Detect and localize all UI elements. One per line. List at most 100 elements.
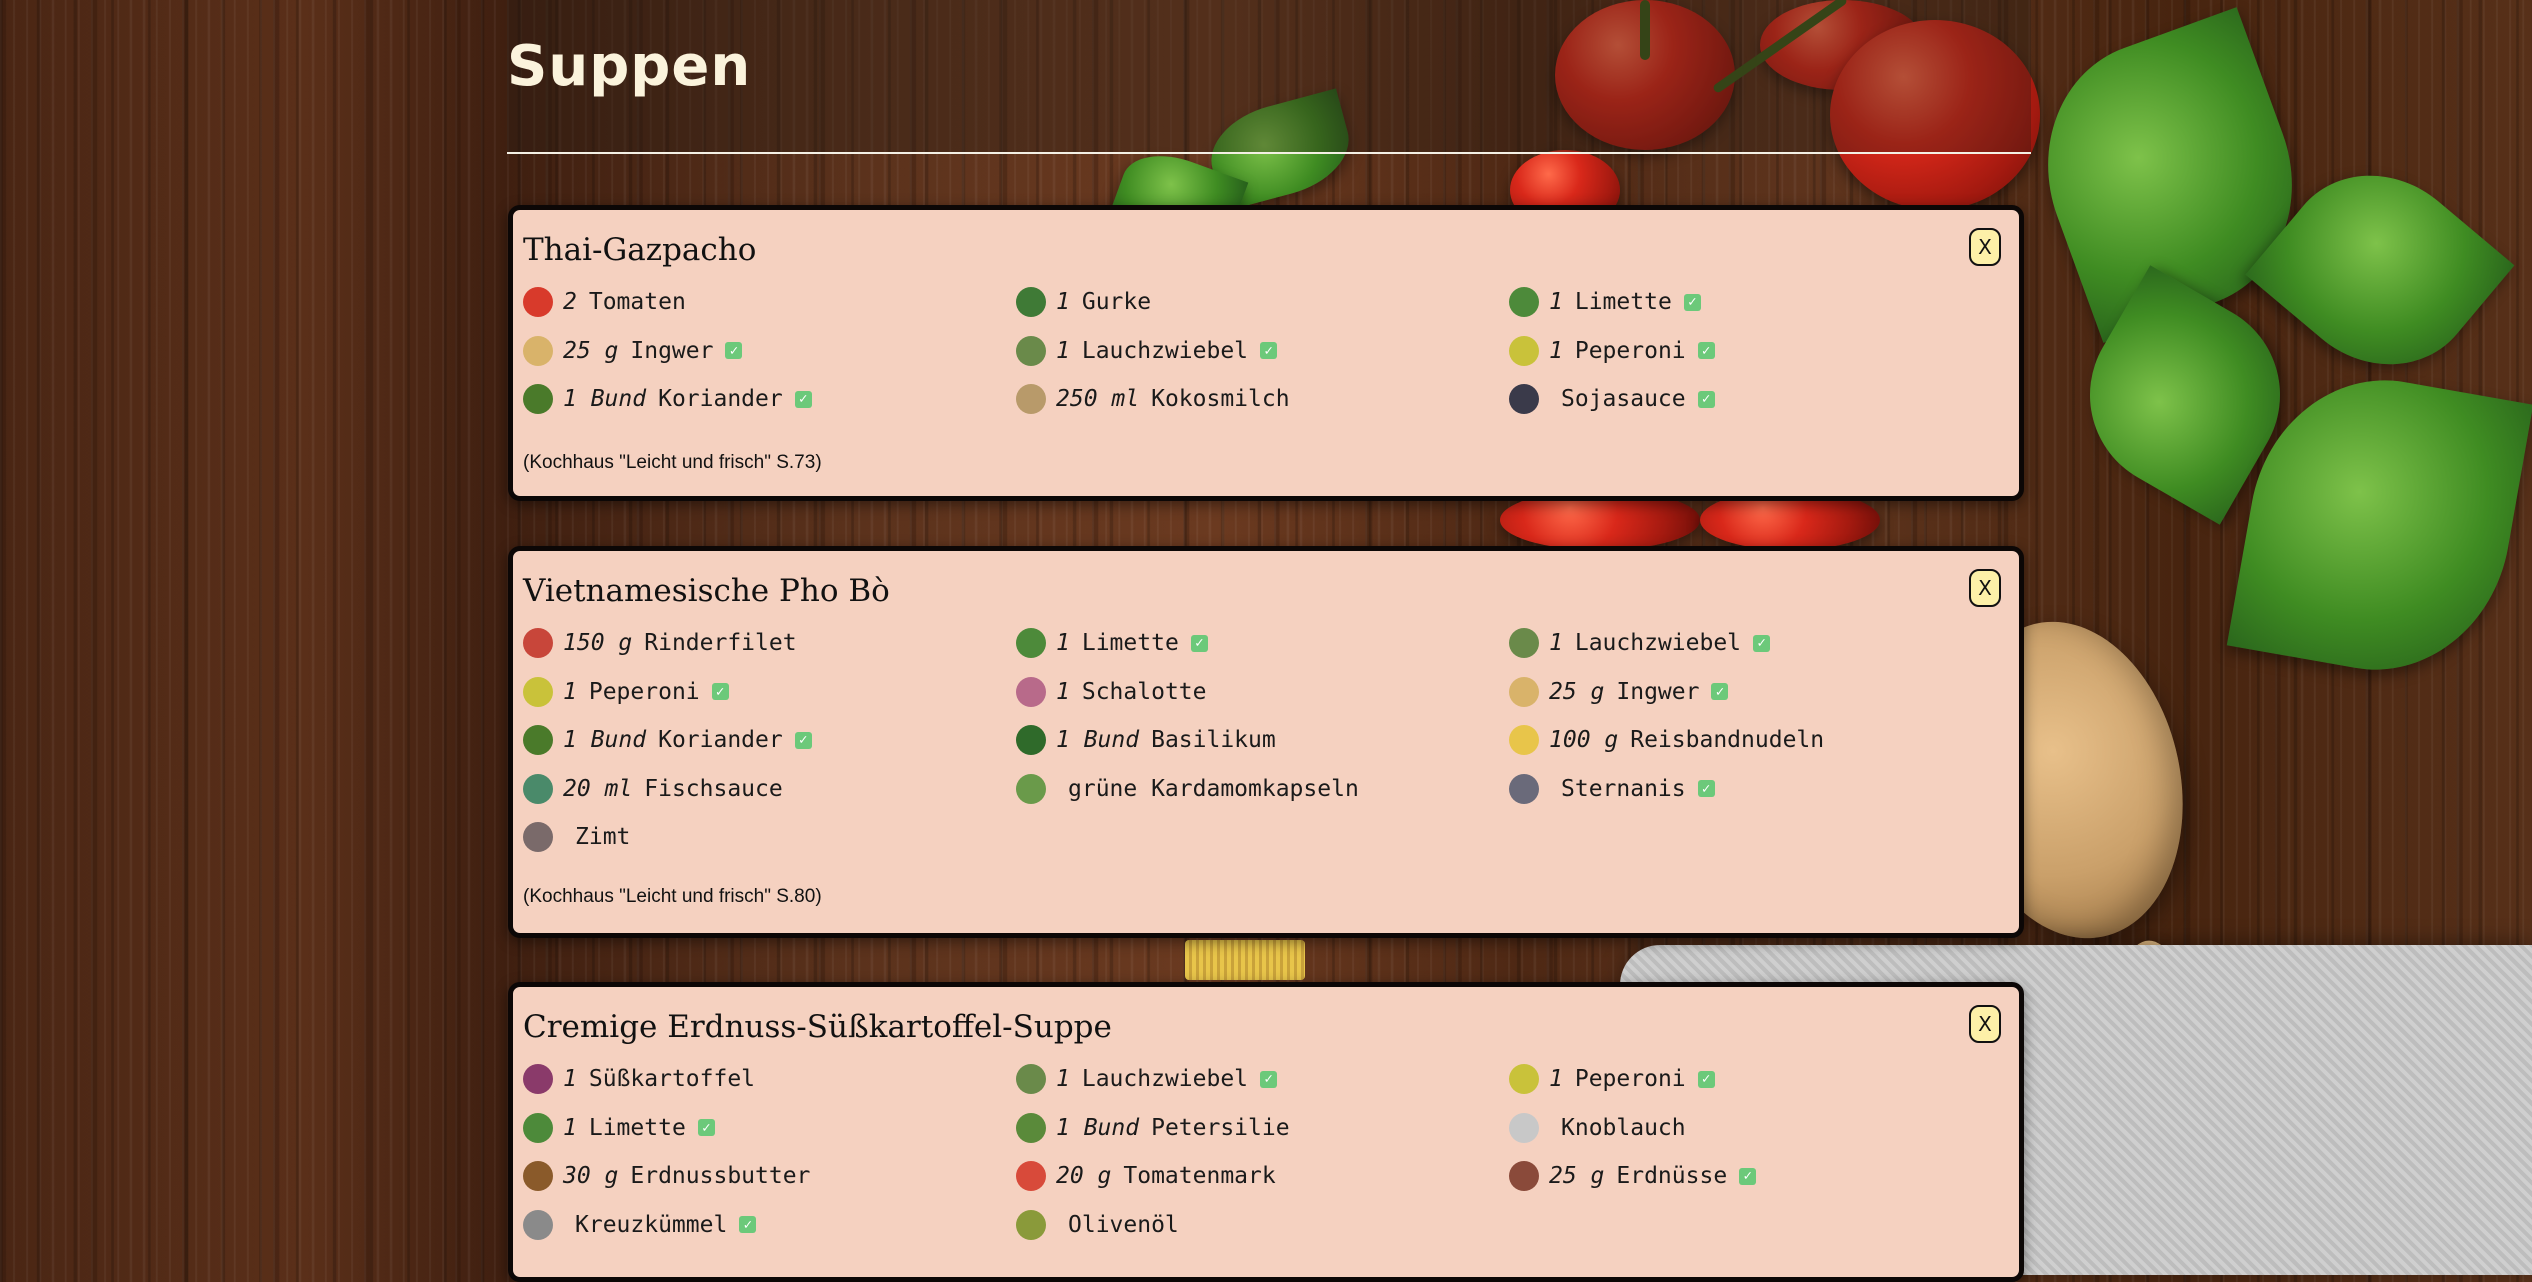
ingredient-item: 1 Schalotte [1016,668,1509,717]
ingredient-name: Lauchzwiebel [1574,630,1742,657]
cumin-icon [523,1209,553,1240]
soy-sauce-icon [1509,384,1539,415]
olive-oil-icon [1016,1209,1046,1240]
ingredient-amount: 1 [1549,337,1563,364]
ingredient-amount: 1 Bund [1056,1114,1140,1141]
lime-icon [523,1112,553,1143]
tomato-paste-icon [1016,1161,1046,1192]
close-recipe-button[interactable]: X [1969,228,2001,266]
checkmark-icon: ✓ [1753,634,1771,652]
ingredient-item: 1 Bund Koriander ✓ [523,716,1016,765]
coconut-milk-icon [1016,384,1046,415]
ingredient-item: 1 Süßkartoffel [523,1055,1016,1104]
ingredient-item: Sojasauce ✓ [1509,375,2002,424]
ingredient-name: Peperoni [1574,1066,1686,1093]
ingredient-amount: 1 Bund [1056,727,1140,754]
ingredient-amount: 1 [1549,289,1563,316]
ingredient-item: 25 g Ingwer ✓ [1509,668,2002,717]
checkmark-icon: ✓ [1260,1070,1278,1088]
spring-onion-icon [1016,335,1046,366]
wooden-spoon-handle-decoration [2116,933,2532,1231]
pepper-icon [1509,1064,1539,1095]
checkmark-icon: ✓ [1697,390,1715,408]
ingredient-amount: 25 g [1549,678,1605,705]
ingredient-item: 1 Bund Koriander ✓ [523,375,1016,424]
beef-icon [523,628,553,659]
ingredient-list: 2 Tomaten 1 Gurke 1 Limette ✓ 25 g Ingwer ✓ 1 Lauch… [523,278,2003,424]
ingredient-name: Tomaten [588,289,686,316]
star-anise-icon [1509,773,1539,804]
basil-leaf-decoration [2226,359,2532,691]
ingredient-item: 1 Peperoni ✓ [1509,327,2002,376]
checkmark-icon: ✓ [794,731,812,749]
ingredient-item: 100 g Reisbandnudeln [1509,716,2002,765]
ingredient-name: Süßkartoffel [588,1066,756,1093]
checkmark-icon: ✓ [725,342,743,360]
ingredient-amount: 1 [563,1114,577,1141]
cinnamon-icon [523,822,553,853]
ingredient-item: 1 Limette ✓ [523,1104,1016,1153]
basil-leaf-decoration [2245,136,2515,404]
ingredient-amount: 25 g [563,337,619,364]
ingredient-amount: 1 [563,678,577,705]
ingredient-item: Kreuzkümmel ✓ [523,1201,1016,1250]
ingredient-name: Basilikum [1151,727,1276,754]
ingredient-amount: 1 [563,1066,577,1093]
recipe-source: (Kochhaus "Leicht und frisch" S.80) [523,886,822,907]
ingredient-amount: 1 [1056,1066,1070,1093]
ingredient-name: Limette [1081,630,1179,657]
ingredient-amount: 1 [1549,630,1563,657]
close-recipe-button[interactable]: X [1969,569,2001,607]
recipe-card: Thai-Gazpacho X 2 Tomaten 1 Gurke 1 Limette ✓ 25 … [508,205,2024,501]
rice-noodles-icon [1509,725,1539,756]
lime-icon [1016,628,1046,659]
ingredient-item: Zimt [523,813,1016,862]
ingredient-name: Kreuzkümmel [575,1211,728,1238]
checkmark-icon: ✓ [1683,293,1701,311]
ingredient-item: 1 Gurke [1016,278,1509,327]
ingredient-item: 1 Bund Petersilie [1016,1104,1509,1153]
checkmark-icon: ✓ [794,390,812,408]
ingredient-name: Petersilie [1151,1114,1290,1141]
checkmark-icon: ✓ [1190,634,1208,652]
ingredient-item: 250 ml Kokosmilch [1016,375,1509,424]
garlic-icon [1509,1112,1539,1143]
checkmark-icon: ✓ [697,1119,715,1137]
ingredient-name: Olivenöl [1068,1211,1179,1238]
ingredient-name: Ingwer [630,337,714,364]
ingredient-name: Limette [588,1114,686,1141]
checkmark-icon: ✓ [1739,1167,1757,1185]
lime-icon [1509,287,1539,318]
ingredient-amount: 1 [1056,630,1070,657]
checkmark-icon: ✓ [1711,683,1729,701]
pasta-decoration [1185,940,1305,980]
close-recipe-button[interactable]: X [1969,1005,2001,1043]
checkmark-icon: ✓ [1697,1070,1715,1088]
ingredient-item: 25 g Erdnüsse ✓ [1509,1152,2002,1201]
ingredient-name: Peperoni [588,678,700,705]
ingredient-item: Olivenöl [1016,1201,1509,1250]
ingredient-amount: 1 Bund [563,727,647,754]
ingredient-item: 30 g Erdnussbutter [523,1152,1016,1201]
page-title: Suppen [507,34,752,99]
pepper-icon [523,676,553,707]
basil-leaf-decoration [2011,7,2329,343]
parsley-icon [1016,1112,1046,1143]
ingredient-item: 25 g Ingwer ✓ [523,327,1016,376]
ingredient-amount: 20 g [1056,1163,1112,1190]
ingredient-name: Ingwer [1616,678,1700,705]
checkmark-icon: ✓ [739,1216,757,1234]
fish-sauce-icon [523,773,553,804]
ingredient-list: 1 Süßkartoffel 1 Lauchzwiebel ✓ 1 Peperoni ✓ 1 Li… [523,1055,2003,1249]
ingredient-item: 1 Lauchzwiebel ✓ [1016,1055,1509,1104]
coriander-icon [523,384,553,415]
checkmark-icon: ✓ [1260,342,1278,360]
ingredient-name: Knoblauch [1561,1114,1686,1141]
ingredient-name: Gurke [1081,289,1152,316]
pepper-icon [1509,335,1539,366]
sweet-potato-icon [523,1064,553,1095]
recipe-card: Cremige Erdnuss-Süßkartoffel-Suppe X 1 Süßk… [508,982,2024,1282]
ginger-icon [1509,676,1539,707]
ingredient-item: 1 Peperoni ✓ [1509,1055,2002,1104]
ingredient-name: Peperoni [1574,337,1686,364]
